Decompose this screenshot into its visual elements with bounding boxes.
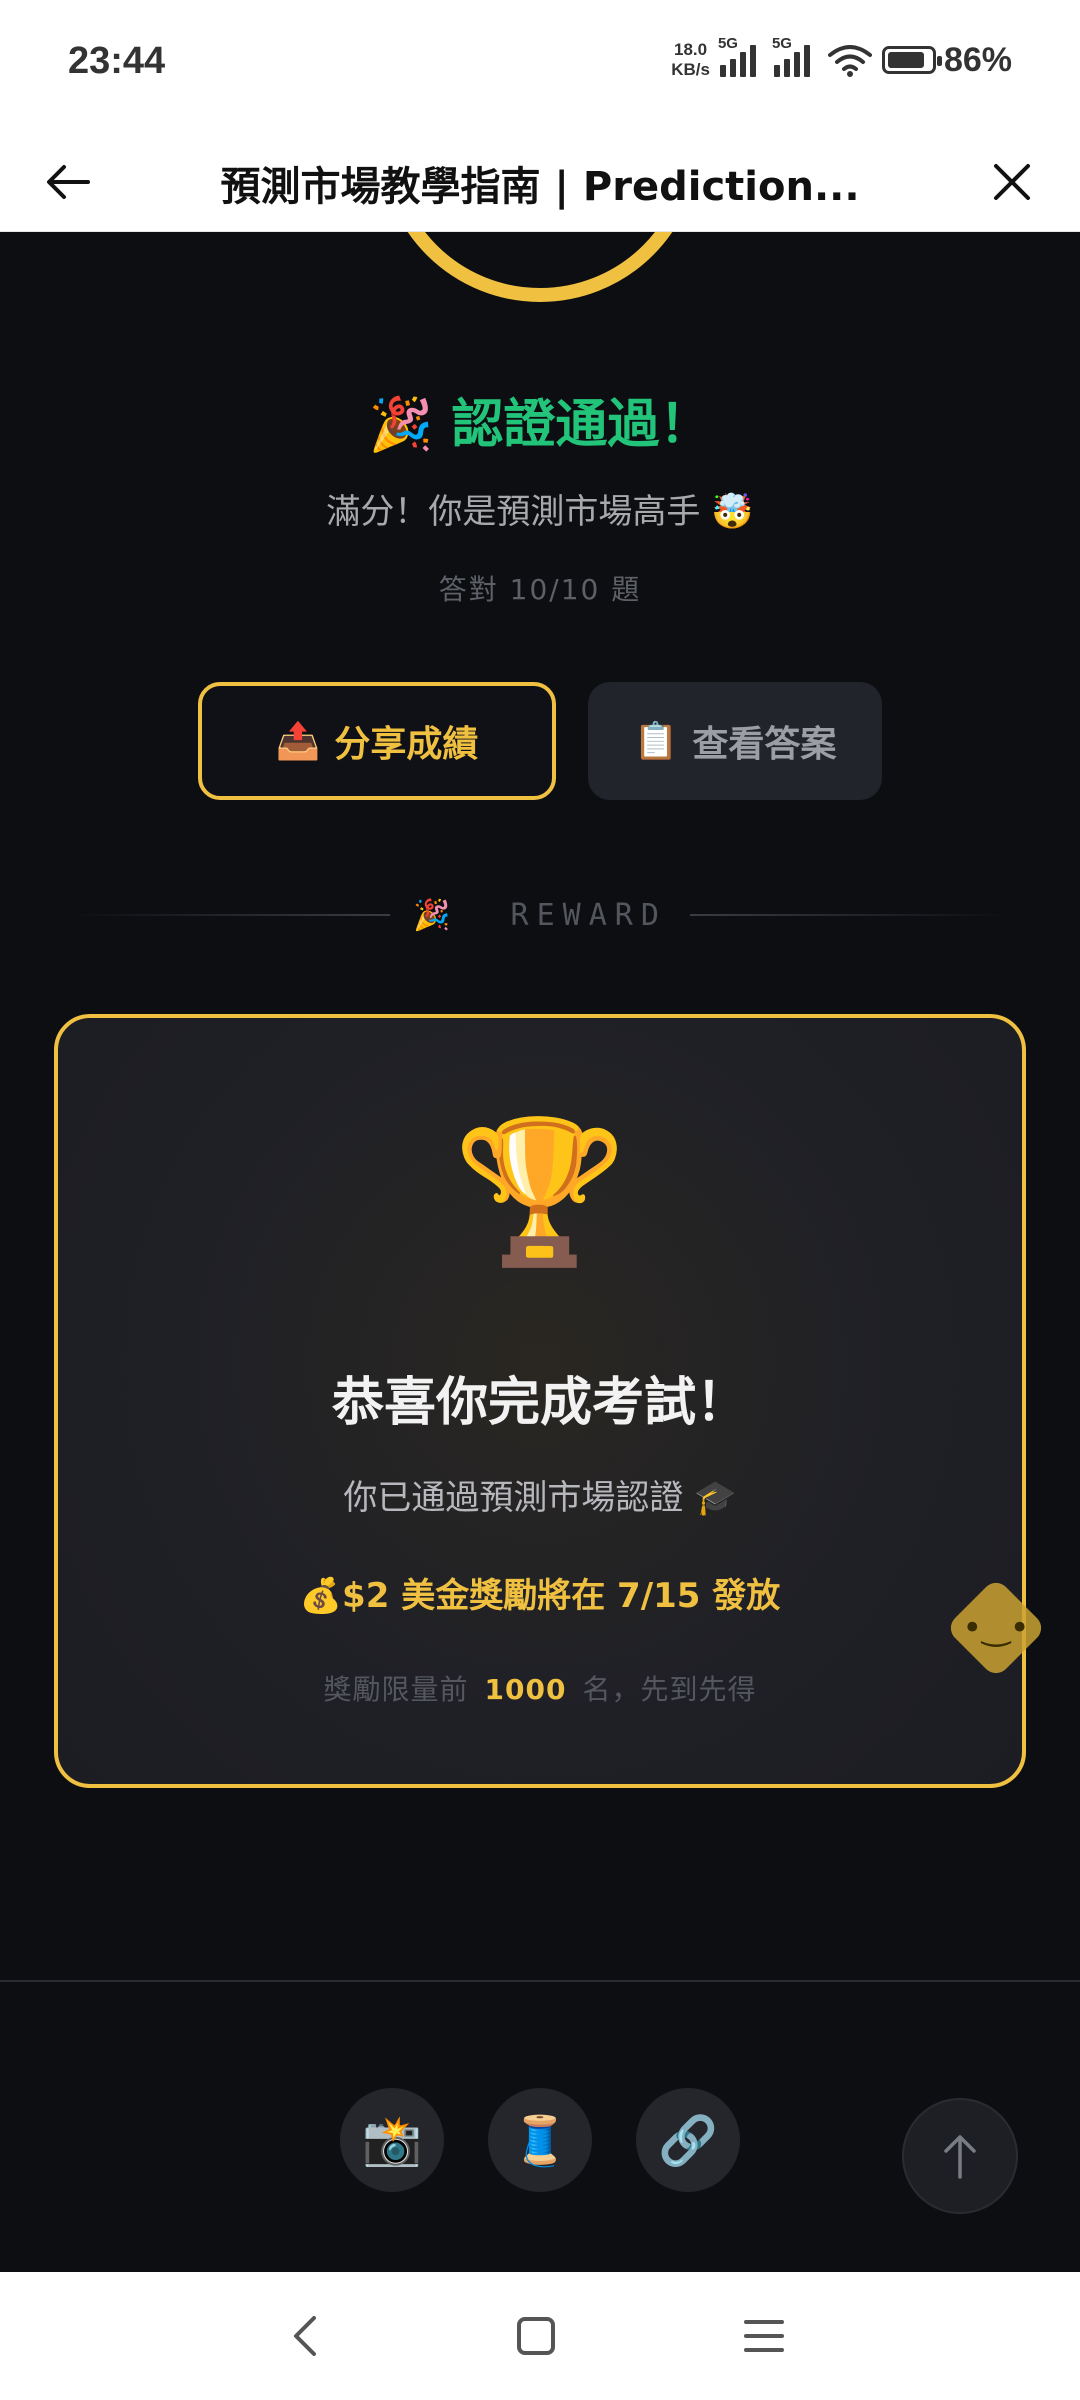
section-divider: [0, 1980, 1080, 1982]
thread-icon: 🧵: [510, 2112, 570, 2169]
party-icon: 🎉: [413, 898, 459, 933]
party-icon: 🎉: [368, 395, 434, 455]
result-subtitle: 滿分！你是預測市場高手 🤯: [326, 492, 754, 532]
system-nav-bar: [0, 2272, 1080, 2400]
battery-icon: [881, 46, 942, 74]
reward-limit: 獎勵限量前 1000 名，先到先得: [323, 1673, 757, 1706]
scroll-to-top-button[interactable]: [902, 2098, 1018, 2214]
nav-back-button[interactable]: [266, 2296, 346, 2376]
share-instagram-button[interactable]: 📸: [340, 2088, 444, 2192]
result-score: 答對 10/10 題: [438, 573, 642, 606]
square-icon: [517, 2317, 555, 2355]
clipboard-icon: 📋: [633, 721, 679, 762]
close-icon: [994, 164, 1030, 200]
share-score-button[interactable]: 📤 分享成績: [198, 682, 556, 800]
signal-sim1-icon: 5G: [718, 35, 764, 77]
copy-link-button[interactable]: 🔗: [636, 2088, 740, 2192]
page-title: 預測市場教學指南 | Prediction...: [220, 164, 860, 210]
signal-sim2-icon: 5G: [772, 35, 818, 77]
status-time: 23:44: [68, 40, 166, 82]
reward-divider: 🎉 REWARD: [70, 898, 1010, 933]
menu-icon: [744, 2320, 784, 2352]
back-button[interactable]: [28, 142, 108, 222]
chevron-left-icon: [294, 2316, 316, 2356]
app-bar: 預測市場教學指南 | Prediction...: [0, 132, 1080, 232]
reward-amount: 💰$2 美金獎勵將在 7/15 發放: [299, 1576, 781, 1616]
camera-icon: 📸: [362, 2112, 422, 2169]
network-speed: 18.0 KB/s: [671, 40, 710, 79]
score-ring: [380, 232, 700, 302]
arrow-up-icon: [944, 2135, 976, 2179]
quiz-result-page[interactable]: 🎉 認證通過！ 滿分！你是預測市場高手 🤯 答對 10/10 題 📤 分享成績 …: [0, 232, 1080, 2272]
share-threads-button[interactable]: 🧵: [488, 2088, 592, 2192]
nav-home-button[interactable]: [496, 2296, 576, 2376]
result-title: 🎉 認證通過！: [368, 395, 712, 455]
battery-indicator: 86%: [881, 41, 1012, 80]
nav-menu-button[interactable]: [724, 2296, 804, 2376]
smiley-icon: •‿•: [962, 1608, 1030, 1648]
link-icon: 🔗: [658, 2112, 718, 2169]
close-button[interactable]: [972, 142, 1052, 222]
wifi-icon: [827, 45, 872, 77]
outbox-icon: 📤: [275, 721, 321, 762]
status-icons: 18.0 KB/s 5G 5G 86%: [671, 35, 1012, 80]
trophy-icon: 🏆: [452, 1111, 628, 1274]
status-bar: 23:44 18.0 KB/s 5G 5G 86%: [0, 0, 1080, 132]
view-answers-button[interactable]: 📋 查看答案: [588, 682, 882, 800]
reward-subtitle: 你已通過預測市場認證 🎓: [343, 1478, 737, 1518]
reward-title: 恭喜你完成考試！: [331, 1373, 748, 1433]
reward-card: 🏆 恭喜你完成考試！ 你已通過預測市場認證 🎓 💰$2 美金獎勵將在 7/15 …: [54, 1014, 1026, 1788]
arrow-left-icon: [47, 165, 90, 199]
